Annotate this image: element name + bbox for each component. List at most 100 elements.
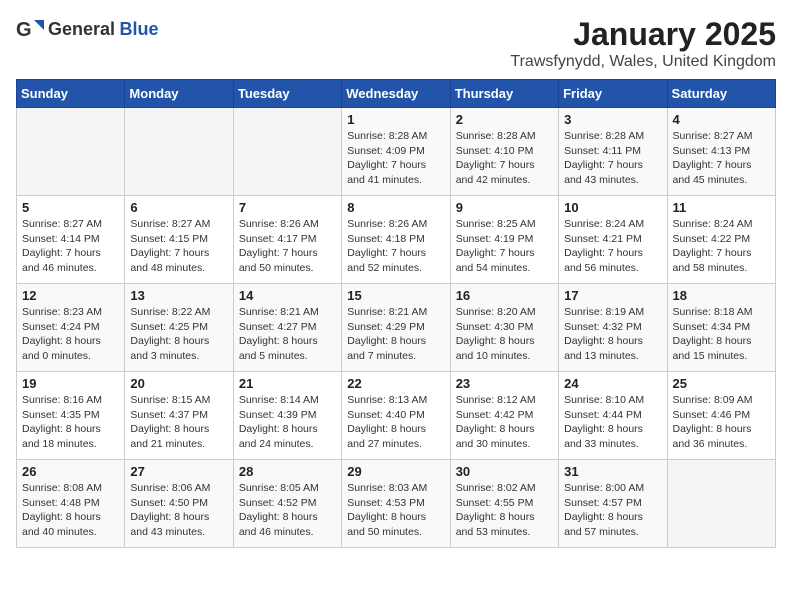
calendar-cell: 27Sunrise: 8:06 AM Sunset: 4:50 PM Dayli…	[125, 460, 233, 548]
cell-info: Sunrise: 8:27 AM Sunset: 4:14 PM Dayligh…	[22, 217, 119, 276]
day-number: 15	[347, 288, 444, 303]
calendar-cell	[233, 108, 341, 196]
weekday-header-row: SundayMondayTuesdayWednesdayThursdayFrid…	[17, 80, 776, 108]
day-number: 23	[456, 376, 553, 391]
title-block: January 2025 Trawsfynydd, Wales, United …	[510, 16, 776, 71]
cell-info: Sunrise: 8:12 AM Sunset: 4:42 PM Dayligh…	[456, 393, 553, 452]
calendar-cell: 19 Sunrise: 8:16 AM Sunset: 4:35 PM Dayli…	[17, 372, 125, 460]
day-number: 20	[130, 376, 227, 391]
cell-info: Sunrise: 8:18 AM Sunset: 4:34 PM Dayligh…	[673, 305, 770, 364]
cell-info: Sunrise: 8:15 AM Sunset: 4:37 PM Dayligh…	[130, 393, 227, 452]
calendar-cell: 7 Sunrise: 8:26 AM Sunset: 4:17 PM Daylig…	[233, 196, 341, 284]
cell-info: Sunrise: 8:28 AM Sunset: 4:11 PM Dayligh…	[564, 129, 661, 188]
cell-info: Sunrise: 8:03 AM Sunset: 4:53 PM Dayligh…	[347, 481, 444, 540]
calendar-cell: 23 Sunrise: 8:12 AM Sunset: 4:42 PM Dayli…	[450, 372, 558, 460]
day-number: 30	[456, 464, 553, 479]
calendar-cell: 13 Sunrise: 8:22 AM Sunset: 4:25 PM Dayli…	[125, 284, 233, 372]
day-number: 3	[564, 112, 661, 127]
calendar-cell: 15 Sunrise: 8:21 AM Sunset: 4:29 PM Dayli…	[342, 284, 450, 372]
logo: G General Blue	[16, 16, 159, 44]
calendar-week-row: 19 Sunrise: 8:16 AM Sunset: 4:35 PM Dayli…	[17, 372, 776, 460]
calendar-cell: 18 Sunrise: 8:18 AM Sunset: 4:34 PM Dayli…	[667, 284, 775, 372]
day-number: 1	[347, 112, 444, 127]
calendar-cell: 1 Sunrise: 8:28 AM Sunset: 4:09 PM Daylig…	[342, 108, 450, 196]
cell-info: Sunrise: 8:27 AM Sunset: 4:13 PM Dayligh…	[673, 129, 770, 188]
cell-info: Sunrise: 8:28 AM Sunset: 4:09 PM Dayligh…	[347, 129, 444, 188]
cell-info: Sunrise: 8:22 AM Sunset: 4:25 PM Dayligh…	[130, 305, 227, 364]
calendar-cell: 5 Sunrise: 8:27 AM Sunset: 4:14 PM Daylig…	[17, 196, 125, 284]
day-number: 21	[239, 376, 336, 391]
day-number: 4	[673, 112, 770, 127]
day-number: 6	[130, 200, 227, 215]
cell-info: Sunrise: 8:25 AM Sunset: 4:19 PM Dayligh…	[456, 217, 553, 276]
day-number: 17	[564, 288, 661, 303]
cell-info: Sunrise: 8:08 AM Sunset: 4:48 PM Dayligh…	[22, 481, 119, 540]
calendar-table: SundayMondayTuesdayWednesdayThursdayFrid…	[16, 79, 776, 548]
cell-info: Sunrise: 8:26 AM Sunset: 4:17 PM Dayligh…	[239, 217, 336, 276]
cell-info: Sunrise: 8:27 AM Sunset: 4:15 PM Dayligh…	[130, 217, 227, 276]
calendar-cell: 25 Sunrise: 8:09 AM Sunset: 4:46 PM Dayli…	[667, 372, 775, 460]
weekday-header-saturday: Saturday	[667, 80, 775, 108]
calendar-cell: 24Sunrise: 8:10 AM Sunset: 4:44 PM Dayli…	[559, 372, 667, 460]
calendar-week-row: 12 Sunrise: 8:23 AM Sunset: 4:24 PM Dayli…	[17, 284, 776, 372]
cell-info: Sunrise: 8:21 AM Sunset: 4:29 PM Dayligh…	[347, 305, 444, 364]
day-number: 31	[564, 464, 661, 479]
calendar-cell: 29 Sunrise: 8:03 AM Sunset: 4:53 PM Dayli…	[342, 460, 450, 548]
calendar-cell: 30 Sunrise: 8:02 AM Sunset: 4:55 PM Dayli…	[450, 460, 558, 548]
cell-info: Sunrise: 8:20 AM Sunset: 4:30 PM Dayligh…	[456, 305, 553, 364]
cell-info: Sunrise: 8:23 AM Sunset: 4:24 PM Dayligh…	[22, 305, 119, 364]
day-number: 13	[130, 288, 227, 303]
day-number: 22	[347, 376, 444, 391]
calendar-cell: 12 Sunrise: 8:23 AM Sunset: 4:24 PM Dayli…	[17, 284, 125, 372]
logo-icon: G	[16, 16, 44, 44]
cell-info: Sunrise: 8:28 AM Sunset: 4:10 PM Dayligh…	[456, 129, 553, 188]
day-number: 29	[347, 464, 444, 479]
weekday-header-friday: Friday	[559, 80, 667, 108]
calendar-cell: 17 Sunrise: 8:19 AM Sunset: 4:32 PM Dayli…	[559, 284, 667, 372]
svg-text:G: G	[16, 19, 32, 41]
day-number: 19	[22, 376, 119, 391]
calendar-week-row: 5 Sunrise: 8:27 AM Sunset: 4:14 PM Daylig…	[17, 196, 776, 284]
day-number: 5	[22, 200, 119, 215]
day-number: 10	[564, 200, 661, 215]
calendar-cell: 31Sunrise: 8:00 AM Sunset: 4:57 PM Dayli…	[559, 460, 667, 548]
cell-info: Sunrise: 8:02 AM Sunset: 4:55 PM Dayligh…	[456, 481, 553, 540]
cell-info: Sunrise: 8:26 AM Sunset: 4:18 PM Dayligh…	[347, 217, 444, 276]
cell-info: Sunrise: 8:16 AM Sunset: 4:35 PM Dayligh…	[22, 393, 119, 452]
calendar-cell: 26Sunrise: 8:08 AM Sunset: 4:48 PM Dayli…	[17, 460, 125, 548]
cell-info: Sunrise: 8:06 AM Sunset: 4:50 PM Dayligh…	[130, 481, 227, 540]
day-number: 2	[456, 112, 553, 127]
cell-info: Sunrise: 8:13 AM Sunset: 4:40 PM Dayligh…	[347, 393, 444, 452]
day-number: 12	[22, 288, 119, 303]
day-number: 25	[673, 376, 770, 391]
calendar-cell: 3 Sunrise: 8:28 AM Sunset: 4:11 PM Daylig…	[559, 108, 667, 196]
day-number: 16	[456, 288, 553, 303]
calendar-cell: 10 Sunrise: 8:24 AM Sunset: 4:21 PM Dayli…	[559, 196, 667, 284]
calendar-cell: 2 Sunrise: 8:28 AM Sunset: 4:10 PM Daylig…	[450, 108, 558, 196]
logo-blue-text: Blue	[120, 19, 159, 39]
cell-info: Sunrise: 8:19 AM Sunset: 4:32 PM Dayligh…	[564, 305, 661, 364]
calendar-week-row: 26Sunrise: 8:08 AM Sunset: 4:48 PM Dayli…	[17, 460, 776, 548]
location-text: Trawsfynydd, Wales, United Kingdom	[510, 53, 776, 71]
cell-info: Sunrise: 8:21 AM Sunset: 4:27 PM Dayligh…	[239, 305, 336, 364]
calendar-cell: 4 Sunrise: 8:27 AM Sunset: 4:13 PM Daylig…	[667, 108, 775, 196]
calendar-cell: 8Sunrise: 8:26 AM Sunset: 4:18 PM Daylig…	[342, 196, 450, 284]
weekday-header-monday: Monday	[125, 80, 233, 108]
cell-info: Sunrise: 8:10 AM Sunset: 4:44 PM Dayligh…	[564, 393, 661, 452]
day-number: 28	[239, 464, 336, 479]
day-number: 18	[673, 288, 770, 303]
calendar-cell: 14Sunrise: 8:21 AM Sunset: 4:27 PM Dayli…	[233, 284, 341, 372]
day-number: 11	[673, 200, 770, 215]
calendar-cell: 20 Sunrise: 8:15 AM Sunset: 4:37 PM Dayli…	[125, 372, 233, 460]
weekday-header-tuesday: Tuesday	[233, 80, 341, 108]
calendar-cell: 9Sunrise: 8:25 AM Sunset: 4:19 PM Daylig…	[450, 196, 558, 284]
cell-info: Sunrise: 8:24 AM Sunset: 4:21 PM Dayligh…	[564, 217, 661, 276]
weekday-header-wednesday: Wednesday	[342, 80, 450, 108]
calendar-cell: 22 Sunrise: 8:13 AM Sunset: 4:40 PM Dayli…	[342, 372, 450, 460]
cell-info: Sunrise: 8:24 AM Sunset: 4:22 PM Dayligh…	[673, 217, 770, 276]
cell-info: Sunrise: 8:09 AM Sunset: 4:46 PM Dayligh…	[673, 393, 770, 452]
cell-info: Sunrise: 8:05 AM Sunset: 4:52 PM Dayligh…	[239, 481, 336, 540]
calendar-cell: 16 Sunrise: 8:20 AM Sunset: 4:30 PM Dayli…	[450, 284, 558, 372]
weekday-header-thursday: Thursday	[450, 80, 558, 108]
day-number: 7	[239, 200, 336, 215]
